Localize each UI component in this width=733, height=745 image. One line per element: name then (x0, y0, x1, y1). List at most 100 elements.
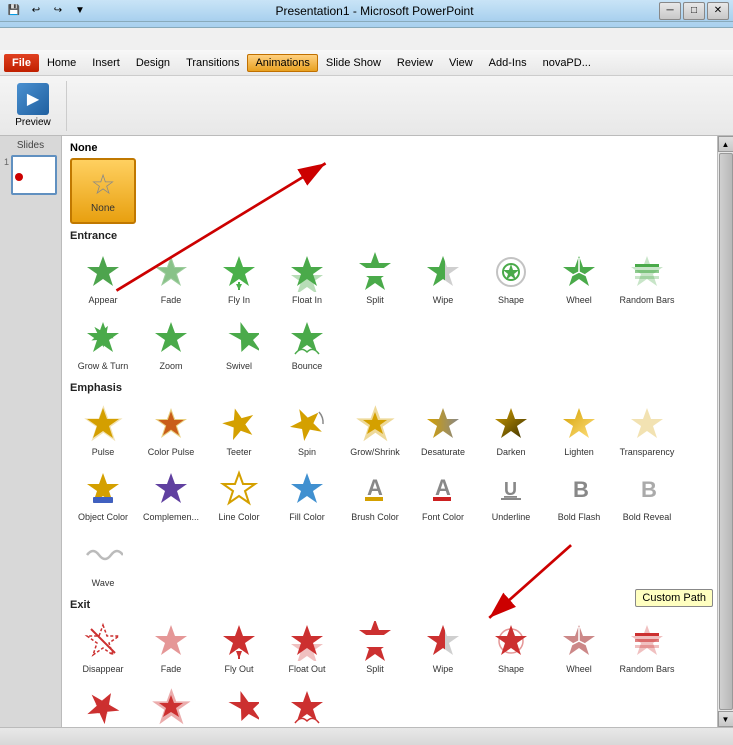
anim-fade[interactable]: Fade (138, 246, 204, 310)
random-bars-exit-icon (625, 619, 669, 663)
anim-transparency[interactable]: Transparency (614, 398, 680, 462)
menu-transitions[interactable]: Transitions (178, 54, 247, 72)
emphasis-grid: Pulse Color Pulse (70, 398, 709, 593)
scroll-up-arrow[interactable]: ▲ (718, 136, 733, 152)
anim-fly-out[interactable]: Fly Out (206, 615, 272, 679)
menu-design[interactable]: Design (128, 54, 178, 72)
toolbar: ▶ Preview (0, 76, 733, 136)
anim-shrink-turn[interactable]: Shrink & Turn (70, 681, 136, 727)
anim-teeter[interactable]: Teeter (206, 398, 272, 462)
split-label: Split (366, 295, 384, 306)
undo-button[interactable]: ↩ (26, 2, 46, 20)
menu-addins[interactable]: Add-Ins (481, 54, 535, 72)
redo-button[interactable]: ↪ (48, 2, 68, 20)
anim-bold-reveal[interactable]: B Bold Reveal (614, 463, 680, 527)
close-button[interactable]: ✕ (707, 2, 729, 20)
preview-button[interactable]: ▶ Preview (8, 78, 58, 133)
anim-complement[interactable]: Complemen... (138, 463, 204, 527)
wheel-label: Wheel (566, 295, 592, 306)
split-exit-icon (353, 619, 397, 663)
scroll-down-arrow[interactable]: ▼ (718, 711, 733, 727)
minimize-button[interactable]: ─ (659, 2, 681, 20)
slide-thumbnail[interactable] (11, 155, 57, 195)
anim-float-out[interactable]: Float Out (274, 615, 340, 679)
anim-shape-exit[interactable]: Shape (478, 615, 544, 679)
scroll-thumb[interactable] (719, 153, 733, 710)
anim-brush-color[interactable]: A Brush Color (342, 463, 408, 527)
animation-panel: None ☆ None Entrance (62, 136, 717, 727)
menu-review[interactable]: Review (389, 54, 441, 72)
customize-button[interactable]: ▼ (70, 2, 90, 20)
scrollbar[interactable]: ▲ ▼ (717, 136, 733, 727)
anim-font-color[interactable]: A Font Color (410, 463, 476, 527)
anim-lighten[interactable]: Lighten (546, 398, 612, 462)
anim-appear[interactable]: Appear (70, 246, 136, 310)
anim-bounce[interactable]: Bounce (274, 312, 340, 376)
grow-turn-icon (81, 316, 125, 360)
svg-text:B: B (573, 477, 589, 502)
font-color-label: Font Color (422, 512, 464, 523)
line-color-label: Line Color (218, 512, 259, 523)
teeter-label: Teeter (226, 447, 251, 458)
anim-float-in[interactable]: Float In (274, 246, 340, 310)
maximize-button[interactable]: □ (683, 2, 705, 20)
menu-view[interactable]: View (441, 54, 481, 72)
none-animation-label: None (91, 203, 115, 214)
menu-file[interactable]: File (4, 54, 39, 72)
anim-wave[interactable]: Wave (70, 529, 136, 593)
fade-label: Fade (161, 295, 182, 306)
entrance-header: Entrance (70, 230, 709, 242)
anim-disappear[interactable]: Disappear (70, 615, 136, 679)
swivel-exit-icon (217, 685, 261, 727)
anim-wheel[interactable]: Wheel (546, 246, 612, 310)
split-icon (353, 250, 397, 294)
anim-pulse[interactable]: Pulse (70, 398, 136, 462)
anim-split[interactable]: Split (342, 246, 408, 310)
anim-color-pulse[interactable]: Color Pulse (138, 398, 204, 462)
anim-fly-in[interactable]: Fly In (206, 246, 272, 310)
anim-wheel-exit[interactable]: Wheel (546, 615, 612, 679)
anim-wipe[interactable]: Wipe (410, 246, 476, 310)
anim-line-color[interactable]: Line Color (206, 463, 272, 527)
fly-out-label: Fly Out (224, 664, 253, 675)
menu-animations[interactable]: Animations (247, 54, 317, 72)
split-exit-label: Split (366, 664, 384, 675)
anim-swivel[interactable]: Swivel (206, 312, 272, 376)
anim-grow-shrink[interactable]: Grow/Shrink (342, 398, 408, 462)
anim-swivel-exit[interactable]: Swivel (206, 681, 272, 727)
wheel-exit-label: Wheel (566, 664, 592, 675)
menu-insert[interactable]: Insert (84, 54, 128, 72)
anim-zoom-exit[interactable]: Zoom (138, 681, 204, 727)
bold-flash-label: Bold Flash (558, 512, 601, 523)
save-button[interactable]: 💾 (4, 2, 24, 20)
anim-random-bars-exit[interactable]: Random Bars (614, 615, 680, 679)
swivel-label: Swivel (226, 361, 252, 372)
anim-bounce-exit[interactable]: Bounce (274, 681, 340, 727)
anim-object-color[interactable]: Object Color (70, 463, 136, 527)
anim-shape[interactable]: Shape (478, 246, 544, 310)
anim-underline[interactable]: U Underline (478, 463, 544, 527)
underline-label: Underline (492, 512, 531, 523)
anim-bold-flash[interactable]: B Bold Flash (546, 463, 612, 527)
anim-fade-exit[interactable]: Fade (138, 615, 204, 679)
animation-content: None ☆ None Entrance (62, 136, 733, 727)
color-pulse-label: Color Pulse (148, 447, 195, 458)
bounce-label: Bounce (292, 361, 323, 372)
complement-icon (149, 467, 193, 511)
anim-fill-color[interactable]: Fill Color (274, 463, 340, 527)
brush-color-icon: A (353, 467, 397, 511)
random-bars-label: Random Bars (619, 295, 674, 306)
anim-random-bars[interactable]: Random Bars (614, 246, 680, 310)
anim-desaturate[interactable]: Desaturate (410, 398, 476, 462)
none-animation-item[interactable]: ☆ None (70, 158, 136, 224)
anim-split-exit[interactable]: Split (342, 615, 408, 679)
anim-grow-turn[interactable]: Grow & Turn (70, 312, 136, 376)
anim-wipe-exit[interactable]: Wipe (410, 615, 476, 679)
menu-home[interactable]: Home (39, 54, 84, 72)
wipe-exit-label: Wipe (433, 664, 454, 675)
anim-zoom[interactable]: Zoom (138, 312, 204, 376)
anim-spin[interactable]: Spin (274, 398, 340, 462)
menu-slideshow[interactable]: Slide Show (318, 54, 389, 72)
menu-novapdf[interactable]: novaPD... (535, 54, 599, 72)
anim-darken[interactable]: Darken (478, 398, 544, 462)
